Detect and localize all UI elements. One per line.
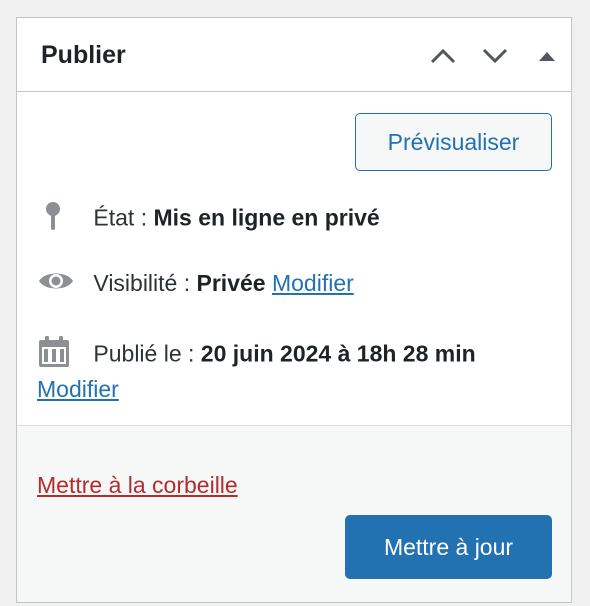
visibility-row: Visibilité : Privée Modifier [37, 268, 354, 301]
panel-footer: Mettre à la corbeille Mettre à jour [17, 425, 571, 602]
eye-icon [37, 268, 75, 301]
panel-body: Prévisualiser État : Mis en ligne en pri… [17, 92, 571, 425]
status-value: Mis en ligne en privé [153, 204, 380, 231]
trash-link[interactable]: Mettre à la corbeille [37, 472, 238, 499]
pin-icon [37, 200, 69, 239]
move-down-button[interactable] [475, 38, 515, 74]
visibility-value: Privée [196, 270, 266, 296]
update-button[interactable]: Mettre à jour [345, 515, 552, 579]
triangle-up-icon [539, 52, 555, 61]
published-value: 20 juin 2024 à 18h 28 min [200, 340, 476, 367]
published-label: Publié le : [93, 340, 195, 367]
status-row: État : Mis en ligne en privé [37, 200, 380, 239]
published-row: Publié le : 20 juin 2024 à 18h 28 min [37, 336, 476, 375]
calendar-icon [37, 336, 71, 375]
preview-button[interactable]: Prévisualiser [355, 113, 552, 171]
status-label: État : [93, 204, 148, 231]
visibility-label: Visibilité : [93, 270, 191, 296]
edit-date-link[interactable]: Modifier [37, 376, 119, 402]
panel-title: Publier [41, 41, 126, 69]
chevron-down-icon [482, 48, 508, 64]
move-up-button[interactable] [423, 38, 463, 74]
toggle-panel-button[interactable] [527, 38, 567, 74]
chevron-up-icon [430, 48, 456, 64]
publish-panel: Publier Prévisualiser État: Mis en lign… [16, 17, 572, 603]
published-edit-row: Modifier [37, 374, 119, 404]
panel-header: Publier [17, 18, 571, 92]
edit-visibility-link[interactable]: Modifier [272, 270, 354, 296]
